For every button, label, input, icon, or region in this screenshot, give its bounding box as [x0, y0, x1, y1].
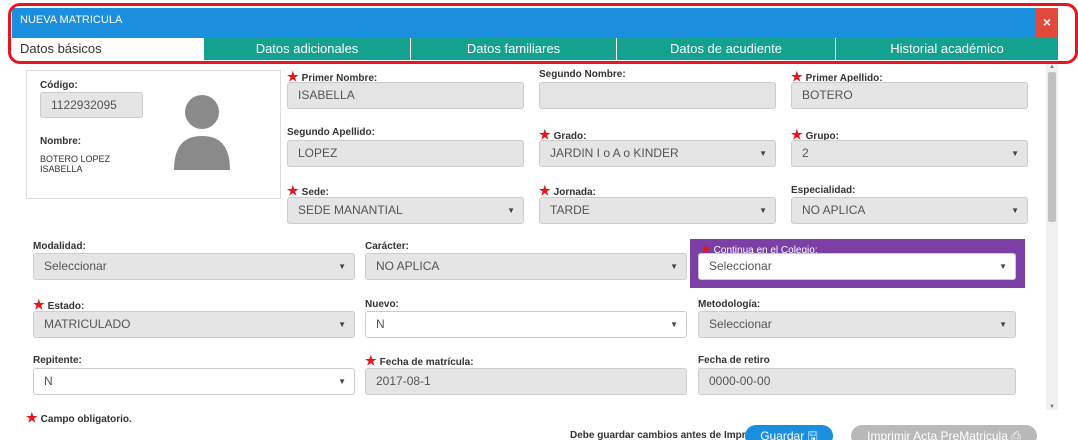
metodologia-select[interactable]: Seleccionar ▼ — [698, 311, 1016, 338]
caret-down-icon: ▼ — [1011, 206, 1019, 215]
especialidad-select[interactable]: NO APLICA ▼ — [791, 197, 1028, 224]
segundo-nombre-input[interactable] — [539, 82, 776, 109]
segundo-apellido-input[interactable]: LOPEZ — [287, 140, 524, 167]
especialidad-label: Especialidad: — [791, 185, 856, 196]
fecha-matricula-label: ★ Fecha de matrícula: — [365, 353, 474, 368]
modalidad-select[interactable]: Seleccionar ▼ — [33, 253, 355, 280]
nombre-label: Nombre: — [40, 136, 82, 147]
caret-down-icon: ▼ — [999, 262, 1007, 271]
tab-datos-familiares[interactable]: Datos familiares — [410, 38, 616, 60]
fecha-retiro-label: Fecha de retiro — [698, 355, 770, 366]
caret-down-icon: ▼ — [670, 320, 678, 329]
caracter-select[interactable]: NO APLICA ▼ — [365, 253, 687, 280]
tab-datos-acudiente[interactable]: Datos de acudiente — [616, 38, 835, 60]
student-name-line2: ISABELLA — [40, 164, 83, 174]
grupo-select[interactable]: 2 ▼ — [791, 140, 1028, 167]
grado-select[interactable]: JARDIN I o A o KINDER ▼ — [539, 140, 776, 167]
caret-down-icon: ▼ — [1011, 149, 1019, 158]
codigo-field: 1122932095 — [40, 92, 143, 118]
student-name: BOTERO LOPEZ ISABELLA — [40, 154, 110, 174]
fecha-matricula-input[interactable]: 2017-08-1 — [365, 368, 687, 395]
caret-down-icon: ▼ — [759, 149, 767, 158]
primer-apellido-input[interactable]: BOTERO — [791, 82, 1028, 109]
close-icon: × — [1042, 14, 1052, 30]
close-button[interactable]: × — [1036, 8, 1058, 38]
primer-nombre-input[interactable]: ISABELLA — [287, 82, 524, 109]
save-button[interactable]: Guardar 🖫 — [745, 425, 833, 440]
segundo-apellido-label: Segundo Apellido: — [287, 127, 375, 138]
print-prematricula-button[interactable]: Imprimir Acta PreMatricula ⎙ — [851, 425, 1037, 440]
scroll-down-icon[interactable]: ▼ — [1049, 404, 1055, 410]
caret-down-icon: ▼ — [338, 377, 346, 386]
estado-select[interactable]: MATRICULADO ▼ — [33, 311, 355, 338]
save-before-print-message: Debe guardar cambios antes de Imprimir. — [570, 430, 767, 440]
scrollbar-thumb[interactable] — [1048, 72, 1056, 222]
repitente-select[interactable]: N ▼ — [33, 368, 355, 395]
caret-down-icon: ▼ — [999, 320, 1007, 329]
caracter-label: Carácter: — [365, 241, 409, 252]
caret-down-icon: ▼ — [670, 262, 678, 271]
segundo-nombre-label: Segundo Nombre: — [539, 69, 626, 80]
caret-down-icon: ▼ — [507, 206, 515, 215]
caret-down-icon: ▼ — [759, 206, 767, 215]
repitente-label: Repitente: — [33, 355, 82, 366]
user-avatar-icon — [174, 95, 230, 170]
continua-select[interactable]: Seleccionar ▼ — [698, 253, 1016, 280]
modalidad-label: Modalidad: — [33, 241, 86, 252]
nuevo-select[interactable]: N ▼ — [365, 311, 687, 338]
modal-titlebar: NUEVA MATRICULA × — [12, 8, 1058, 38]
tab-historial-academico[interactable]: Historial académico — [835, 38, 1058, 60]
nuevo-label: Nuevo: — [365, 299, 399, 310]
tab-bar: Datos básicos Datos adicionales Datos fa… — [12, 38, 1058, 60]
codigo-label: Código: — [40, 80, 78, 91]
caret-down-icon: ▼ — [338, 320, 346, 329]
caret-down-icon: ▼ — [338, 262, 346, 271]
sede-select[interactable]: SEDE MANANTIAL ▼ — [287, 197, 524, 224]
scrollbar[interactable]: ▲ ▼ — [1046, 64, 1058, 410]
tab-datos-basicos[interactable]: Datos básicos — [12, 38, 204, 60]
scroll-up-icon[interactable]: ▲ — [1049, 64, 1055, 70]
tab-datos-adicionales[interactable]: Datos adicionales — [204, 38, 410, 60]
fecha-retiro-input[interactable]: 0000-00-00 — [698, 368, 1016, 395]
student-name-line1: BOTERO LOPEZ — [40, 154, 111, 164]
jornada-select[interactable]: TARDE ▼ — [539, 197, 776, 224]
required-note: ★ Campo obligatorio. — [26, 410, 132, 425]
modal-title: NUEVA MATRICULA — [20, 14, 123, 26]
metodologia-label: Metodología: — [698, 299, 761, 310]
